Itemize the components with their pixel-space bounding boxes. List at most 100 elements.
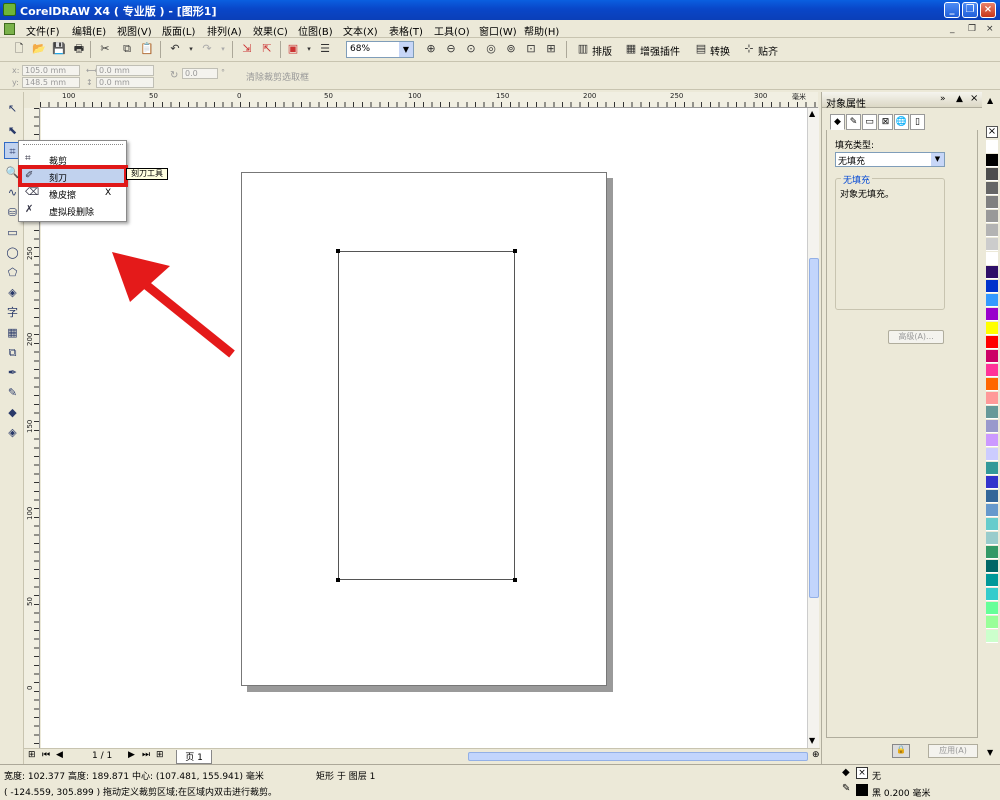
open-folder-icon[interactable]: 📂 — [32, 42, 46, 56]
color-swatch[interactable] — [986, 420, 998, 433]
rectangle-node[interactable] — [513, 249, 517, 253]
snap-label[interactable]: 贴齐 — [758, 43, 778, 58]
color-swatch[interactable] — [986, 448, 998, 461]
paste-icon[interactable]: 📋 — [140, 42, 154, 56]
import-icon[interactable]: ⇲ — [240, 42, 254, 56]
interactive-blend-tool-icon[interactable]: ⧉ — [4, 344, 21, 361]
new-document-icon[interactable]: 🗋 — [12, 42, 26, 56]
page-tab[interactable]: 页 1 — [176, 750, 212, 764]
copy-icon[interactable]: ⧉ — [120, 42, 134, 56]
menu-table[interactable]: 表格(T) — [389, 23, 423, 38]
lock-icon[interactable]: 🔒 — [892, 744, 910, 758]
close-button[interactable]: × — [980, 2, 996, 18]
color-swatch[interactable] — [986, 224, 998, 237]
x-position-field[interactable]: 105.0 mm — [22, 65, 80, 76]
color-swatch[interactable] — [986, 154, 998, 167]
color-swatch[interactable] — [986, 392, 998, 405]
rectangle-tool-icon[interactable]: ▭ — [4, 224, 21, 241]
doc-close-button[interactable]: × — [986, 24, 994, 34]
convert-icon[interactable]: ▤ — [694, 42, 708, 56]
menu-tools[interactable]: 工具(O) — [434, 23, 470, 38]
color-swatch[interactable] — [986, 504, 998, 517]
basic-shapes-tool-icon[interactable]: ◈ — [4, 284, 21, 301]
document-icon[interactable] — [4, 23, 15, 35]
redo-icon[interactable]: ↷ — [200, 42, 214, 56]
horizontal-scroll-thumb[interactable] — [468, 752, 808, 761]
doc-restore-button[interactable]: ❐ — [968, 24, 976, 34]
redo-dropdown-icon[interactable]: ▾ — [216, 42, 230, 56]
save-icon[interactable]: 💾 — [52, 42, 66, 56]
palette-scroll-down-icon[interactable]: ▼ — [987, 748, 993, 757]
rectangle-tab-icon[interactable]: ⊠ — [878, 114, 893, 130]
menu-help[interactable]: 帮助(H) — [524, 23, 559, 38]
color-swatch[interactable] — [986, 406, 998, 419]
clear-crop-button[interactable]: 清除裁剪选取框 — [246, 70, 309, 83]
launcher-dropdown-icon[interactable]: ▾ — [302, 42, 316, 56]
docker-pin-icon[interactable]: ▲ — [956, 94, 963, 104]
welcome-screen-icon[interactable]: ☰ — [318, 42, 332, 56]
color-swatch[interactable] — [986, 476, 998, 489]
menu-arrange[interactable]: 排列(A) — [207, 23, 242, 38]
color-swatch[interactable] — [986, 322, 998, 335]
fill-type-select[interactable]: 无填充 ▼ — [835, 152, 945, 167]
color-swatch[interactable] — [986, 434, 998, 447]
rectangle-node[interactable] — [513, 578, 517, 582]
menu-window[interactable]: 窗口(W) — [479, 23, 517, 38]
convert-label[interactable]: 转换 — [710, 43, 730, 58]
table-tool-icon[interactable]: ▦ — [4, 324, 21, 341]
ellipse-tool-icon[interactable]: ◯ — [4, 244, 21, 261]
rectangle-node[interactable] — [336, 578, 340, 582]
y-position-field[interactable]: 148.5 mm — [22, 77, 80, 88]
menu-view[interactable]: 视图(V) — [117, 23, 152, 38]
drawing-canvas[interactable] — [41, 108, 807, 748]
color-swatch[interactable] — [986, 378, 998, 391]
color-swatch[interactable] — [986, 294, 998, 307]
general-tab-icon[interactable]: ▭ — [862, 114, 877, 130]
coreldraw-app-icon[interactable] — [3, 3, 16, 16]
scroll-down-icon[interactable]: ▼ — [809, 736, 815, 745]
color-swatch[interactable] — [986, 560, 998, 573]
zoom-width-icon[interactable]: ⊡ — [524, 42, 538, 56]
height-field[interactable]: 0.0 mm — [96, 77, 154, 88]
zoom-in-icon[interactable]: ⊕ — [424, 42, 438, 56]
text-tool-icon[interactable]: 字 — [4, 304, 21, 321]
plugins-label[interactable]: 增强插件 — [640, 43, 680, 58]
snap-icon[interactable]: ⊹ — [742, 42, 756, 56]
apply-button[interactable]: 应用(A) — [928, 744, 978, 758]
menu-file[interactable]: 文件(F) — [26, 23, 60, 38]
menu-effects[interactable]: 效果(C) — [253, 23, 288, 38]
restore-button[interactable]: ❐ — [962, 2, 978, 18]
color-swatch[interactable] — [986, 350, 998, 363]
menu-text[interactable]: 文本(X) — [343, 23, 378, 38]
rectangle-object[interactable] — [338, 251, 515, 580]
width-field[interactable]: 0.0 mm — [96, 65, 154, 76]
rectangle-node[interactable] — [336, 249, 340, 253]
no-color-swatch[interactable]: × — [986, 126, 998, 138]
add-page-after-icon[interactable]: ⊞ — [156, 750, 164, 760]
vertical-scrollbar[interactable]: ▲ ▼ — [807, 108, 819, 748]
color-swatch[interactable] — [986, 490, 998, 503]
color-swatch[interactable] — [986, 238, 998, 251]
docker-expand-icon[interactable]: » — [940, 94, 946, 104]
layout-icon[interactable]: ▥ — [576, 42, 590, 56]
menu-edit[interactable]: 编辑(E) — [72, 23, 106, 38]
color-swatch[interactable] — [986, 546, 998, 559]
color-swatch[interactable] — [986, 308, 998, 321]
color-swatch[interactable] — [986, 574, 998, 587]
undo-dropdown-icon[interactable]: ▾ — [184, 42, 198, 56]
color-swatch[interactable] — [986, 266, 998, 279]
color-swatch[interactable] — [986, 602, 998, 615]
polygon-tool-icon[interactable]: ⬠ — [4, 264, 21, 281]
color-swatch[interactable] — [986, 140, 998, 153]
export-icon[interactable]: ⇱ — [260, 42, 274, 56]
advanced-button[interactable]: 高级(A)... — [888, 330, 944, 344]
add-page-before-icon[interactable]: ⊞ — [28, 750, 36, 760]
color-swatch[interactable] — [986, 630, 998, 643]
scroll-up-icon[interactable]: ▲ — [809, 109, 815, 118]
rotation-angle-field[interactable]: 0.0 — [182, 68, 218, 79]
zoom-height-icon[interactable]: ⊞ — [544, 42, 558, 56]
fill-tool-icon[interactable]: ◆ — [4, 404, 21, 421]
print-icon[interactable]: 🖶 — [72, 42, 86, 56]
flyout-item-eraser[interactable]: ⌫ 橡皮擦 X — [19, 185, 126, 201]
first-page-icon[interactable]: ⏮ — [42, 750, 50, 760]
